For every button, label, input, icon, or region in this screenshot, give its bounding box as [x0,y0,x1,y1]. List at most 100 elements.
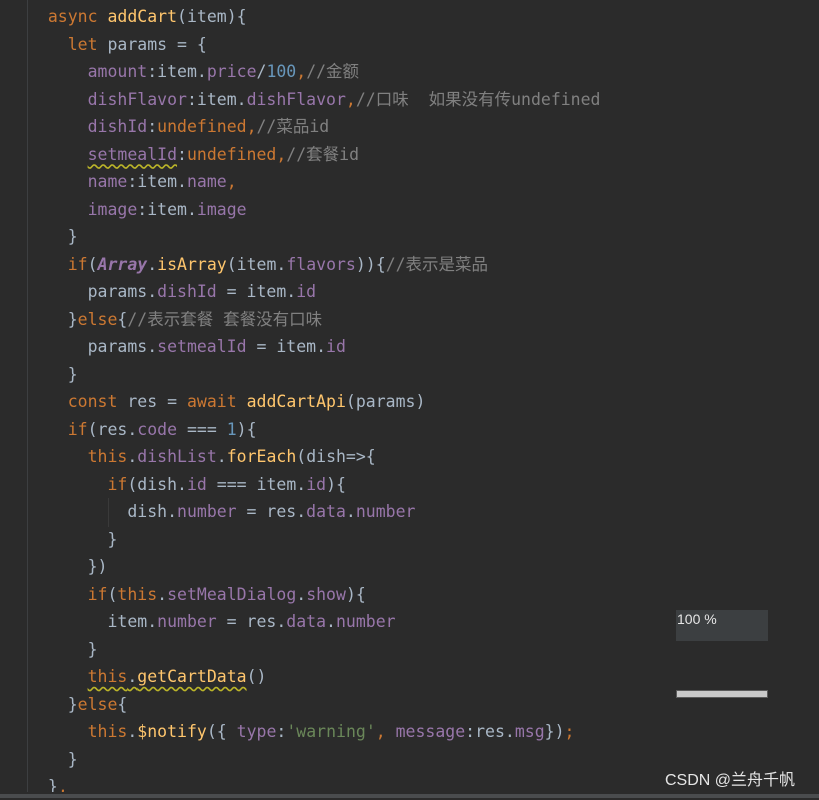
editor-gutter[interactable] [0,0,28,800]
code-token-prop: message [395,722,466,741]
code-line[interactable]: if(this.setMealDialog.show){ [28,581,600,609]
code-token-txt: ({ [206,722,237,741]
code-token-kw: this [87,722,128,741]
code-editor[interactable]: async addCart(item){ let params = { amou… [0,0,819,800]
code-line[interactable]: setmealId:undefined,//套餐id [28,141,600,169]
code-token-kw: const [67,392,118,411]
code-token-kw: else [77,694,118,714]
code-line[interactable]: } [28,746,600,774]
code-line[interactable]: } [28,636,600,664]
code-token-txt: ( [107,584,118,604]
code-token-prop: id [296,282,317,301]
code-token-txt: params. [28,337,158,356]
code-token-prop: id [186,474,207,494]
code-token-kw: this [117,584,158,604]
code-token-prop: dishFlavor [87,89,187,109]
code-line[interactable]: image:item.image [28,196,600,224]
code-token-prop: type [236,722,277,741]
code-line[interactable]: item.number = res.data.number [28,608,600,636]
code-token-cmt: //金额 [306,62,360,81]
code-line[interactable]: if(res.code === 1){ [28,416,600,444]
code-token-str: 'warning' [286,722,376,741]
code-token-prop: number [355,502,416,521]
code-token-txt: } [28,694,78,714]
zoom-level-bar [676,690,768,698]
code-line[interactable]: this.$notify({ type:'warning', message:r… [28,718,600,746]
horizontal-scrollbar[interactable] [0,792,819,800]
code-token-txt: } [28,749,78,769]
code-line[interactable]: } [28,223,600,251]
code-token-txt: . [345,502,356,521]
code-line[interactable]: this.dishList.forEach(dish=>{ [28,443,600,471]
code-line[interactable]: if(Array.isArray(item.flavors)){//表示是菜品 [28,251,600,279]
code-token-txt: } [28,529,118,549]
code-token-txt: / [256,62,267,81]
code-line[interactable]: this.getCartData() [28,663,600,691]
code-token-prop: setmealId [87,144,178,164]
zoom-indicator: 100 % [676,610,768,641]
code-area[interactable]: async addCart(item){ let params = { amou… [28,3,601,800]
code-line[interactable]: async addCart(item){ [28,3,600,31]
code-token-txt: )){ [355,254,386,274]
code-token-fn: $notify [137,722,207,741]
code-line[interactable]: }else{ [28,691,600,719]
code-token-cmt: //表示套餐 套餐没有口味 [127,309,323,329]
code-token-txt: = item. [216,282,297,301]
code-line[interactable]: }) [28,553,600,581]
code-line[interactable]: }else{//表示套餐 套餐没有口味 [28,306,600,334]
code-token-kw: undefined [186,144,277,164]
code-token-txt: params. [28,282,158,301]
code-line[interactable]: dishId:undefined,//菜品id [28,113,600,141]
code-line[interactable]: dishFlavor:item.dishFlavor,//口味 如果没有传und… [28,86,601,114]
code-token-kw: let [67,34,98,54]
code-token-txt: . [296,584,307,604]
code-token-fn: getCartData [137,667,247,686]
code-token-txt: :item. [186,89,247,109]
code-token-kw: if [67,419,88,439]
code-token-txt: :item. [137,199,197,219]
code-token-txt: dish. [28,502,178,521]
code-token-kw: else [77,309,118,329]
code-token-kw: , [375,722,396,741]
code-line[interactable]: } [28,361,600,389]
code-token-txt: . [127,447,138,466]
code-line[interactable]: params.dishId = item.id [28,278,600,306]
code-token-txt: :item. [127,172,187,191]
code-token-kw: , [226,172,237,191]
code-line[interactable]: let params = { [28,31,600,59]
code-token-kw: if [67,254,88,274]
code-token-num: 100 [266,62,297,81]
code-token-fn: isArray [157,254,227,274]
code-token-cmt: //表示是菜品 [385,254,489,274]
code-token-txt: === item. [206,474,307,494]
code-token-cmt: //套餐id [286,144,360,164]
code-token-txt: { [117,309,128,329]
code-line[interactable]: const res = await addCartApi(params) [28,388,600,416]
code-line[interactable]: params.setmealId = item.id [28,333,600,361]
code-token-prop: dishFlavor [246,89,346,109]
code-line[interactable]: if(dish.id === item.id){ [28,471,600,499]
code-token-txt: (item. [226,254,287,274]
code-token-txt: (params) [345,392,426,411]
code-line[interactable]: amount:item.price/100,//金额 [28,58,600,86]
code-line[interactable]: } [28,526,600,554]
code-token-txt: . [157,584,168,604]
code-token-txt: res = [117,392,187,411]
code-token-txt: : [147,117,158,136]
code-token-kw: , [296,62,307,81]
code-line[interactable]: name:item.name, [28,168,600,196]
code-token-prop: dishId [87,117,148,136]
code-token-txt: } [28,309,78,329]
code-token-txt: :item. [147,62,207,81]
code-line[interactable]: dish.number = res.data.number [28,498,600,526]
code-token-prop: number [177,502,237,521]
code-token-txt: } [28,227,78,246]
code-token-txt: . [127,667,138,686]
horizontal-scrollbar-thumb[interactable] [0,794,819,798]
code-token-txt: ){ [326,474,346,494]
